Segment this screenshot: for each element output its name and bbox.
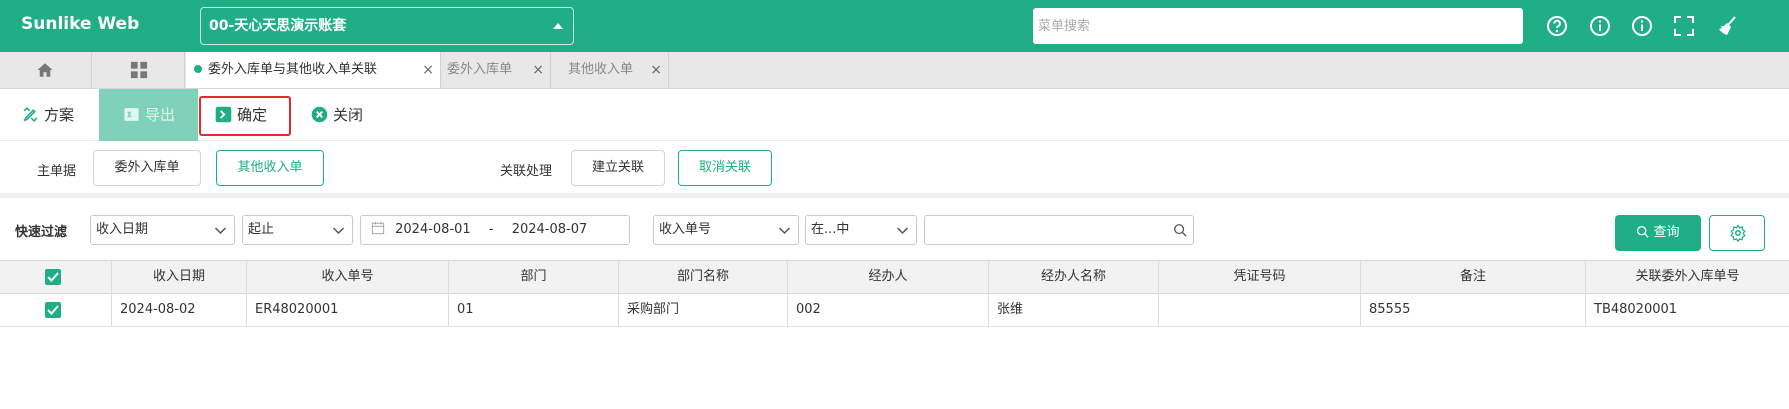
search-icon bbox=[1637, 225, 1650, 238]
account-selector[interactable]: 00-天心天思演示账套 bbox=[200, 7, 574, 45]
cell-income-number[interactable]: ER48020001 bbox=[247, 294, 449, 326]
tab-bar: 委外入库单与其他收入单关联 × 委外入库单 × 其他收入单 × bbox=[0, 52, 1789, 89]
close-label: 关闭 bbox=[333, 106, 364, 124]
filter-value-input[interactable] bbox=[924, 215, 1194, 245]
select-all-checkbox[interactable] bbox=[45, 269, 61, 285]
tab-relation[interactable]: 委外入库单与其他收入单关联 × bbox=[186, 52, 441, 88]
cell-department-name[interactable]: 采购部门 bbox=[619, 294, 788, 326]
grid-header: 收入日期 收入单号 部门 部门名称 经办人 经办人名称 凭证号码 备注 关联委外… bbox=[0, 261, 1789, 294]
check-icon bbox=[47, 272, 59, 282]
export-button[interactable]: 导出 bbox=[99, 89, 198, 141]
chevron-down-icon bbox=[896, 227, 909, 235]
confirm-button[interactable]: 确定 bbox=[215, 89, 267, 141]
close-button[interactable]: 关闭 bbox=[311, 89, 363, 141]
close-icon[interactable]: × bbox=[422, 52, 434, 88]
operator-value: 在...中 bbox=[811, 222, 850, 237]
column-header[interactable]: 收入日期 bbox=[112, 261, 247, 293]
range-type-value: 起止 bbox=[248, 222, 275, 237]
range-type-select[interactable]: 起止 bbox=[242, 215, 353, 245]
toolbar: 方案 导出 确定 关闭 bbox=[0, 89, 1789, 141]
cell-handler-name[interactable]: 张维 bbox=[989, 294, 1159, 326]
calendar-icon bbox=[371, 221, 385, 235]
select-all-cell[interactable] bbox=[0, 261, 112, 293]
tab-label: 委外入库单 bbox=[447, 62, 513, 77]
quick-filter-label: 快速过滤 bbox=[15, 225, 68, 240]
tab-other-income[interactable]: 其他收入单 × bbox=[551, 52, 669, 88]
column-header[interactable]: 经办人名称 bbox=[989, 261, 1159, 293]
cell-income-date[interactable]: 2024-08-02 bbox=[112, 294, 247, 326]
close-circle-icon bbox=[311, 106, 328, 122]
search-icon[interactable] bbox=[1173, 223, 1187, 237]
caret-up-icon bbox=[553, 23, 563, 29]
info-icon[interactable] bbox=[1588, 14, 1612, 38]
build-relation-button[interactable]: 建立关联 bbox=[571, 150, 665, 186]
column-header[interactable]: 关联委外入库单号 bbox=[1586, 261, 1789, 293]
apps-tab[interactable] bbox=[93, 52, 185, 88]
data-grid: 收入日期 收入单号 部门 部门名称 经办人 经办人名称 凭证号码 备注 关联委外… bbox=[0, 260, 1789, 409]
filter-field2-select[interactable]: 收入单号 bbox=[653, 215, 799, 245]
date-separator: - bbox=[488, 222, 494, 237]
cell-department[interactable]: 01 bbox=[449, 294, 619, 326]
relation-process-label: 关联处理 bbox=[500, 164, 553, 179]
cell-voucher-number[interactable] bbox=[1159, 294, 1361, 326]
cell-remark[interactable]: 85555 bbox=[1361, 294, 1586, 326]
column-header[interactable]: 部门 bbox=[449, 261, 619, 293]
pencil-ruler-icon bbox=[23, 106, 38, 122]
query-button[interactable]: 查询 bbox=[1615, 215, 1701, 251]
column-header[interactable]: 备注 bbox=[1361, 261, 1586, 293]
broom-icon[interactable] bbox=[1715, 14, 1739, 38]
export-label: 导出 bbox=[145, 106, 176, 124]
date-to[interactable]: 2024-08-07 bbox=[512, 222, 588, 237]
cancel-relation-button[interactable]: 取消关联 bbox=[678, 150, 772, 186]
excel-icon bbox=[124, 107, 139, 121]
confirm-label: 确定 bbox=[237, 106, 268, 124]
query-label: 查询 bbox=[1653, 225, 1680, 240]
home-icon bbox=[37, 63, 53, 77]
app-brand: Sunlike Web bbox=[21, 14, 140, 34]
row-checkbox[interactable] bbox=[45, 302, 61, 318]
cell-handler[interactable]: 002 bbox=[788, 294, 989, 326]
terminal-icon bbox=[215, 106, 232, 122]
date-range-input[interactable]: 2024-08-01 - 2024-08-07 bbox=[360, 215, 630, 245]
account-name: 00-天心天思演示账套 bbox=[209, 18, 347, 34]
chevron-down-icon bbox=[214, 227, 227, 235]
scheme-button[interactable]: 方案 bbox=[22, 89, 74, 141]
grid-icon bbox=[130, 61, 148, 79]
info-icon[interactable] bbox=[1630, 14, 1654, 38]
quick-filter-row: 快速过滤 收入日期 起止 2024-08-01 - 2024-08-07 收入单… bbox=[0, 198, 1789, 260]
scheme-label: 方案 bbox=[44, 106, 75, 124]
menu-search-input[interactable] bbox=[1033, 8, 1523, 44]
chevron-down-icon bbox=[332, 227, 345, 235]
chevron-down-icon bbox=[778, 227, 791, 235]
column-header[interactable]: 部门名称 bbox=[619, 261, 788, 293]
active-dot bbox=[194, 65, 202, 73]
main-option-other-income-button[interactable]: 其他收入单 bbox=[216, 150, 324, 186]
operator-select[interactable]: 在...中 bbox=[805, 215, 917, 245]
home-tab[interactable] bbox=[0, 52, 92, 88]
main-doc-label: 主单据 bbox=[37, 164, 77, 179]
fullscreen-icon[interactable] bbox=[1672, 14, 1696, 38]
tab-label: 委外入库单与其他收入单关联 bbox=[208, 62, 378, 77]
column-header[interactable]: 收入单号 bbox=[247, 261, 449, 293]
tab-outsourcing-receipt[interactable]: 委外入库单 × bbox=[441, 52, 551, 88]
column-header[interactable]: 凭证号码 bbox=[1159, 261, 1361, 293]
top-bar: Sunlike Web 00-天心天思演示账套 bbox=[0, 0, 1789, 52]
row-select-cell[interactable] bbox=[0, 294, 112, 326]
cell-linked-receipt-number[interactable]: TB48020001 bbox=[1586, 294, 1789, 326]
check-icon bbox=[47, 305, 59, 315]
close-icon[interactable]: × bbox=[650, 52, 662, 88]
close-icon[interactable]: × bbox=[532, 52, 544, 88]
gear-icon bbox=[1730, 224, 1746, 242]
settings-button[interactable] bbox=[1709, 215, 1765, 251]
main-option-outsourcing-button[interactable]: 委外入库单 bbox=[93, 150, 201, 186]
table-row[interactable]: 2024-08-02 ER48020001 01 采购部门 002 张维 855… bbox=[0, 294, 1789, 327]
relation-row: 主单据 委外入库单 其他收入单 关联处理 建立关联 取消关联 bbox=[0, 141, 1789, 198]
filter-field-select[interactable]: 收入日期 bbox=[90, 215, 235, 245]
help-icon[interactable] bbox=[1545, 14, 1569, 38]
filter-field-value: 收入日期 bbox=[96, 222, 149, 237]
tab-label: 其他收入单 bbox=[568, 62, 634, 77]
filter-field2-value: 收入单号 bbox=[659, 222, 712, 237]
column-header[interactable]: 经办人 bbox=[788, 261, 989, 293]
date-from[interactable]: 2024-08-01 bbox=[395, 222, 471, 237]
